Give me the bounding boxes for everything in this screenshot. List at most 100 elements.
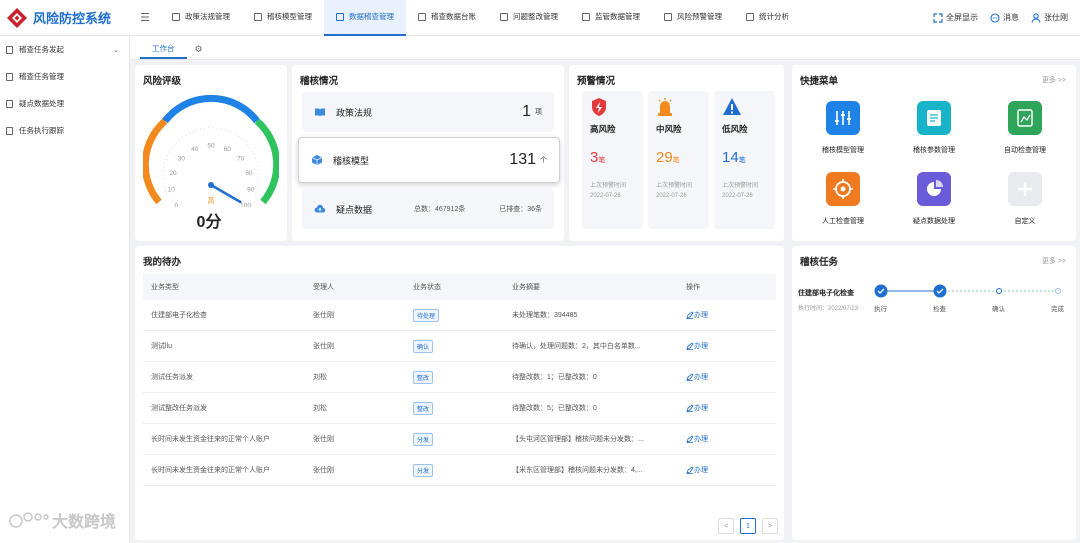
edit-icon: [686, 311, 694, 319]
audit-task-card: 稽核任务 更多 >> 住建部电子化检查 执行时间：2022/07/23 执行 检…: [792, 246, 1076, 540]
menu-toggle-icon[interactable]: ☰: [130, 11, 160, 24]
user-icon: [1031, 12, 1041, 23]
table-row: 测试llu 张仕刚 确认 待确认，处理问题数：2，其中白名单数... 办理: [143, 331, 776, 362]
tab-workbench[interactable]: 工作台: [140, 39, 187, 59]
nav-audit-ledger[interactable]: 稽查数据台账: [406, 0, 488, 36]
nav-supervision[interactable]: 监管数据管理: [570, 0, 652, 36]
audit-suspect-row[interactable]: 疑点数据 总数：467912条 已排查：36条: [302, 189, 554, 229]
status-badge: 确认: [413, 339, 434, 353]
app-title: 风险防控系统: [33, 11, 112, 26]
todo-title: 我的待办: [143, 257, 182, 268]
cell-summary: 【米东区管理部】稽核问题未分发数：4,...: [512, 467, 643, 474]
cell-person: 张仕刚: [313, 467, 334, 474]
handle-button[interactable]: 办理: [686, 341, 776, 351]
cell-type: 长时间未发生资金往来的正常个人账户: [151, 467, 270, 474]
top-bar: 风险防控系统 ☰ 政策法规管理 稽核模型管理 数据稽查管理 稽查数据台账 问题整…: [0, 0, 1080, 36]
audit-policy-row[interactable]: 政策法规 1 项: [302, 92, 554, 132]
quick-suspect-data[interactable]: 疑点数据处理: [889, 172, 979, 226]
step-done-icon: [933, 284, 947, 298]
next-page-button[interactable]: >: [762, 518, 778, 534]
chart-doc-icon: [1008, 101, 1042, 135]
risk-level-label: 高: [208, 196, 215, 205]
todo-card: 我的待办 业务类型 受理人 业务状态 业务摘要 操作 住建部电子化检查 张仕刚 待处…: [135, 246, 784, 540]
quick-audit-params[interactable]: 稽核参数管理: [889, 101, 979, 155]
risk-gauge: 010203040 50 60708090100 高: [143, 94, 279, 208]
prev-page-button[interactable]: <: [718, 518, 734, 534]
app-logo[interactable]: 风险防控系统: [0, 7, 130, 29]
watermark-logo-icon: [9, 512, 49, 528]
nav-risk-warning[interactable]: 风险预警管理: [652, 0, 734, 36]
handle-button[interactable]: 办理: [686, 465, 776, 475]
handle-button[interactable]: 办理: [686, 372, 776, 382]
audit-task-more-link[interactable]: 更多 >>: [1042, 256, 1066, 266]
watermark: 大数跨境: [8, 508, 116, 532]
sidebar-item-task-launch[interactable]: 稽查任务发起 ⌄: [0, 36, 129, 63]
warning-low[interactable]: 低风险 14笔 上次预警时间 2022-07-26: [714, 91, 775, 229]
sidebar-item-task-tracking[interactable]: 任务执行跟踪: [0, 117, 129, 144]
cell-summary: 待整改数：5；已整改数：0: [512, 405, 597, 412]
handle-button[interactable]: 办理: [686, 310, 776, 320]
handle-button[interactable]: 办理: [686, 403, 776, 413]
cell-type: 测试llu: [151, 343, 173, 350]
gauge-tick-label: 60: [224, 146, 232, 153]
cell-type: 测试任务派发: [151, 374, 193, 381]
fullscreen-button[interactable]: 全屏显示: [933, 12, 978, 23]
user-menu[interactable]: 张仕刚: [1031, 12, 1068, 23]
doc-icon: [6, 45, 13, 54]
risk-rating-title: 风险评级: [143, 76, 182, 87]
gear-icon[interactable]: ⚙: [187, 39, 211, 59]
quick-custom[interactable]: 自定义: [980, 172, 1070, 226]
cell-person: 刘松: [313, 405, 327, 412]
nav-monitor-icon: [582, 12, 590, 21]
gauge-tick-label: 10: [168, 187, 176, 194]
warning-high[interactable]: 高风险 3笔 上次预警时间 2022-07-26: [582, 91, 643, 229]
quick-audit-model[interactable]: 稽核模型管理: [798, 101, 888, 155]
nav-policy[interactable]: 政策法规管理: [160, 0, 242, 36]
cell-person: 张仕刚: [313, 343, 334, 350]
book-icon: [315, 108, 325, 117]
nav-warning-icon: [664, 12, 672, 21]
messages-button[interactable]: 消息: [990, 12, 1019, 23]
quick-menu-title: 快捷菜单: [800, 76, 839, 87]
warning-title: 预警情况: [577, 76, 616, 87]
nav-audit-model[interactable]: 稽核模型管理: [242, 0, 324, 36]
nav-doc-icon: [172, 12, 180, 21]
audit-status-card: 稽核情况 政策法规 1 项 稽核模型 131 个 疑点数据 总数：467912条…: [292, 65, 564, 241]
nav-doc-icon: [254, 12, 262, 21]
quick-menu-more-link[interactable]: 更多 >>: [1042, 75, 1066, 85]
todo-table: 业务类型 受理人 业务状态 业务摘要 操作 住建部电子化检查 张仕刚 待处理 未处理笔…: [143, 274, 776, 486]
page-tabs: 工作台 ⚙: [130, 36, 1080, 60]
pie-chart-icon: [917, 172, 951, 206]
gauge-tick-label: 100: [240, 203, 251, 208]
main-nav: 政策法规管理 稽核模型管理 数据稽查管理 稽查数据台账 问题整改管理 监管数据管…: [160, 0, 801, 36]
page-1-button[interactable]: 1: [740, 518, 756, 534]
alarm-bell-icon: [658, 98, 672, 116]
quick-auto-check[interactable]: 自动检查管理: [980, 101, 1070, 155]
table-row: 住建部电子化检查 张仕刚 待处理 未处理笔数：394485 办理: [143, 300, 776, 331]
sidebar: 稽查任务发起 ⌄ 稽查任务管理 疑点数据处理 任务执行跟踪: [0, 36, 130, 543]
status-badge: 整改: [413, 401, 434, 415]
cell-summary: 未处理笔数：394485: [512, 312, 578, 319]
cell-summary: 待整改数：1；已整改数：0: [512, 374, 597, 381]
nav-doc-icon: [500, 12, 508, 21]
handle-button[interactable]: 办理: [686, 434, 776, 444]
gauge-needle: [209, 183, 242, 204]
cell-person: 张仕刚: [313, 436, 334, 443]
nav-statistics[interactable]: 统计分析: [734, 0, 801, 36]
gauge-tick-label: 40: [191, 146, 199, 153]
quick-manual-check[interactable]: 人工检查管理: [798, 172, 888, 226]
audit-model-row[interactable]: 稽核模型 131 个: [298, 137, 560, 183]
task-name[interactable]: 住建部电子化检查: [798, 288, 854, 298]
warning-medium[interactable]: 中风险 29笔 上次预警时间 2022-07-26: [648, 91, 709, 229]
nav-data-audit[interactable]: 数据稽查管理: [324, 0, 406, 36]
top-right-tools: 全屏显示 消息 张仕刚: [921, 12, 1080, 23]
fullscreen-icon: [933, 12, 943, 23]
nav-rectification[interactable]: 问题整改管理: [488, 0, 570, 36]
sidebar-item-suspect-data[interactable]: 疑点数据处理: [0, 90, 129, 117]
quick-menu-card: 快捷菜单 更多 >> 稽核模型管理 稽核参数管理 自动检查管理 人工检查管理 疑…: [792, 65, 1076, 241]
doc-icon: [6, 126, 13, 135]
suspect-total: 总数：467912条: [414, 206, 466, 213]
sidebar-item-task-manage[interactable]: 稽查任务管理: [0, 63, 129, 90]
table-row: 长时间未发生资金往来的正常个人账户 张仕刚 分发 【头屯河区管理部】稽核问题未分发数：…: [143, 424, 776, 455]
table-row: 测试任务派发 刘松 整改 待整改数：1；已整改数：0 办理: [143, 362, 776, 393]
